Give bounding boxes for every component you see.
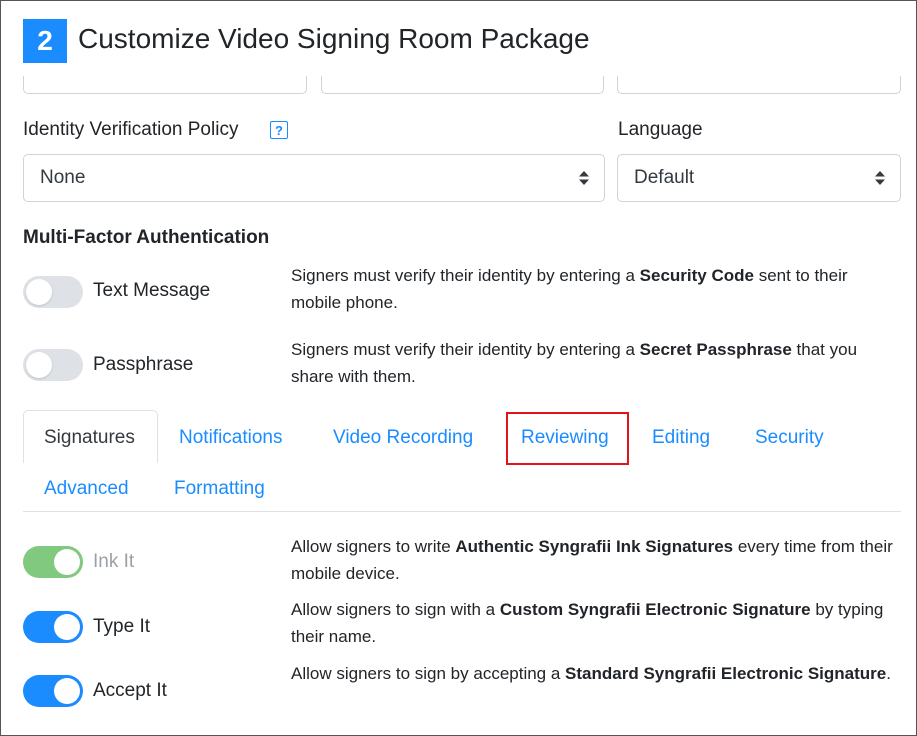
type-it-label: Type It: [93, 616, 151, 637]
passphrase-toggle[interactable]: [23, 349, 83, 381]
clipped-field-1[interactable]: [23, 76, 307, 94]
question-square-icon[interactable]: ?: [270, 121, 288, 139]
toggle-knob: [54, 614, 80, 640]
page-title: Customize Video Signing Room Package: [78, 23, 590, 54]
toggle-knob: [54, 549, 80, 575]
tabs-divider: [23, 511, 901, 512]
toggle-knob: [26, 279, 52, 305]
identity-policy-label: Identity Verification Policy: [23, 119, 239, 140]
type-it-description: Allow signers to sign with a Custom Syng…: [291, 600, 884, 646]
reviewing-tab-highlight: [506, 412, 629, 465]
ink-it-description: Allow signers to write Authentic Syngraf…: [291, 537, 893, 583]
mfa-section-title: Multi-Factor Authentication: [23, 227, 270, 248]
text-message-toggle[interactable]: [23, 276, 83, 308]
accept-it-description: Allow signers to sign by accepting a Sta…: [291, 664, 891, 683]
accept-it-label: Accept It: [93, 680, 167, 701]
select-caret-icon: [875, 171, 885, 185]
passphrase-description: Signers must verify their identity by en…: [291, 340, 858, 386]
select-caret-icon: [579, 171, 589, 185]
tab-advanced[interactable]: Advanced: [44, 478, 129, 500]
identity-policy-select[interactable]: None: [23, 154, 605, 202]
language-select[interactable]: Default: [617, 154, 901, 202]
tab-security[interactable]: Security: [755, 427, 824, 449]
ink-it-label: Ink It: [93, 551, 135, 572]
language-value: Default: [634, 167, 695, 188]
clipped-field-3[interactable]: [617, 76, 901, 94]
type-it-toggle[interactable]: [23, 611, 83, 643]
passphrase-label: Passphrase: [93, 354, 194, 375]
tab-formatting[interactable]: Formatting: [174, 478, 265, 500]
tab-signatures[interactable]: Signatures: [44, 427, 135, 449]
accept-it-toggle[interactable]: [23, 675, 83, 707]
text-message-label: Text Message: [93, 280, 211, 301]
text-message-description: Signers must verify their identity by en…: [291, 266, 848, 312]
ink-it-toggle[interactable]: [23, 546, 83, 578]
tab-editing[interactable]: Editing: [652, 427, 710, 449]
toggle-knob: [26, 352, 52, 378]
language-label: Language: [618, 119, 703, 140]
clipped-field-2[interactable]: [321, 76, 604, 94]
toggle-knob: [54, 678, 80, 704]
step-number-badge: 2: [23, 19, 67, 63]
tab-video-recording[interactable]: Video Recording: [333, 427, 473, 449]
identity-policy-value: None: [40, 167, 86, 188]
tab-notifications[interactable]: Notifications: [179, 427, 283, 449]
